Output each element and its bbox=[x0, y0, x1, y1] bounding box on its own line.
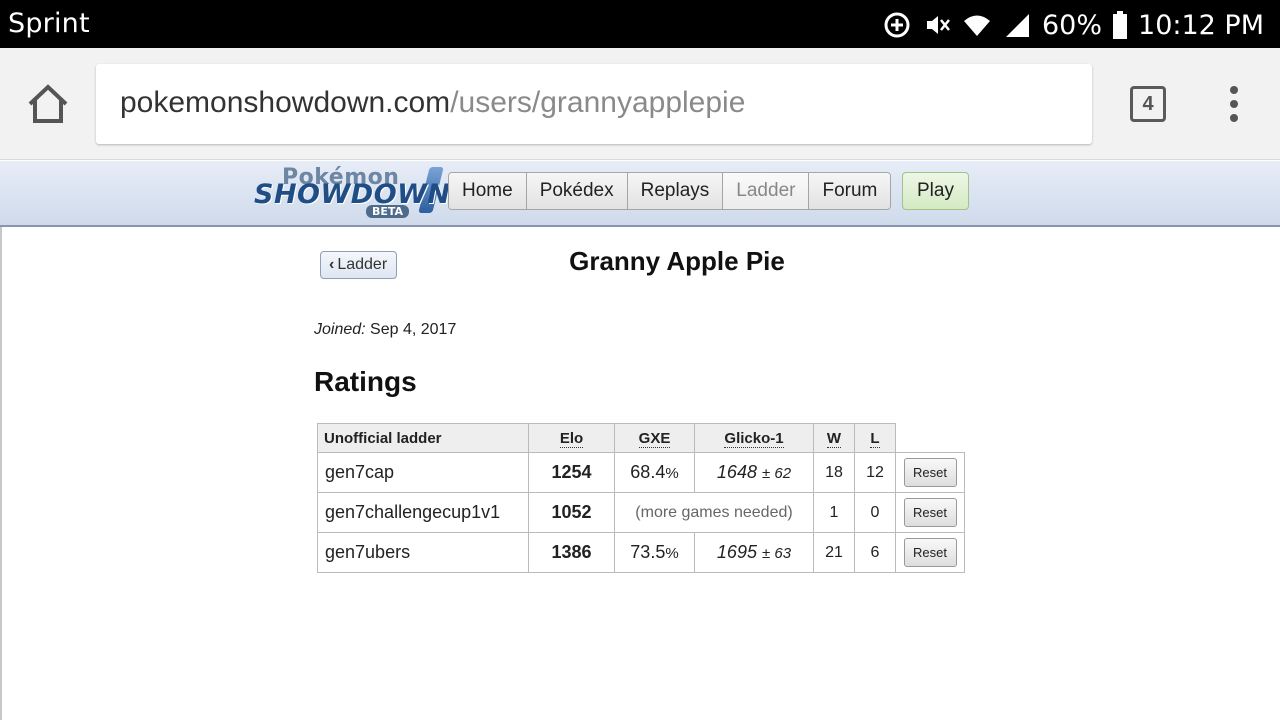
col-header-format: Unofficial ladder bbox=[317, 423, 529, 453]
home-icon[interactable] bbox=[26, 84, 70, 124]
joined-value: Sep 4, 2017 bbox=[370, 321, 457, 338]
page-title: Granny Apple Pie bbox=[569, 246, 785, 276]
table-header-row: Unofficial ladder Elo GXE Glicko-1 W L bbox=[317, 423, 965, 453]
tab-switcher-button[interactable]: 4 bbox=[1130, 86, 1166, 122]
nav-pokedex[interactable]: Pokédex bbox=[526, 173, 628, 209]
nav-replays[interactable]: Replays bbox=[627, 173, 724, 209]
wins-cell: 1 bbox=[813, 492, 855, 533]
play-button[interactable]: Play bbox=[902, 172, 969, 210]
back-to-ladder-button[interactable]: ‹ Ladder bbox=[320, 251, 397, 279]
back-button-label: Ladder bbox=[337, 256, 388, 273]
pokemon-showdown-logo[interactable]: Pokémon SHOWDOWN BETA bbox=[254, 165, 450, 221]
page-border bbox=[0, 227, 2, 720]
site-header: Pokémon SHOWDOWN BETA Home Pokédex Repla… bbox=[0, 161, 1280, 227]
col-header-blank bbox=[896, 424, 965, 453]
elo-cell: 1254 bbox=[528, 452, 615, 493]
format-cell: gen7challengecup1v1 bbox=[317, 492, 529, 533]
col-header-gxe: GXE bbox=[614, 423, 695, 453]
glicko-cell: 1648 ± 62 bbox=[694, 452, 814, 493]
url-domain: pokemonshowdown.com bbox=[120, 86, 451, 119]
joined-date: Joined: Sep 4, 2017 bbox=[314, 321, 456, 339]
table-row: gen7ubers 1386 73.5% 1695 ± 63 21 6 Rese… bbox=[317, 532, 965, 573]
ratings-table: Unofficial ladder Elo GXE Glicko-1 W L g… bbox=[317, 423, 965, 573]
wifi-icon bbox=[964, 15, 990, 36]
col-header-glicko: Glicko-1 bbox=[694, 423, 814, 453]
reset-button[interactable]: Reset bbox=[903, 498, 957, 527]
battery-icon bbox=[1113, 11, 1128, 39]
nav-home[interactable]: Home bbox=[449, 173, 527, 209]
chevron-left-icon: ‹ bbox=[329, 256, 335, 273]
losses-cell: 0 bbox=[854, 492, 896, 533]
battery-percent: 60% bbox=[1042, 9, 1103, 41]
reset-cell: Reset bbox=[895, 532, 965, 573]
gxe-cell: 68.4% bbox=[614, 452, 695, 493]
signal-icon bbox=[1006, 14, 1029, 37]
ratings-heading: Ratings bbox=[314, 366, 417, 397]
table-row: gen7challengecup1v1 1052 (more games nee… bbox=[317, 492, 965, 533]
main-nav: Home Pokédex Replays Ladder Forum bbox=[448, 172, 892, 210]
url-path: /users/grannyapplepie bbox=[450, 86, 746, 119]
status-bar: Sprint 60% 10:12 PM bbox=[0, 0, 1280, 48]
gxe-cell: 73.5% bbox=[614, 532, 695, 573]
col-header-losses: L bbox=[854, 423, 896, 453]
losses-cell: 6 bbox=[854, 532, 896, 573]
reset-button[interactable]: Reset bbox=[903, 458, 957, 487]
url-text: pokemonshowdown.com/users/grannyapplepie bbox=[120, 86, 745, 120]
reset-button[interactable]: Reset bbox=[903, 538, 957, 567]
overflow-menu-icon[interactable] bbox=[1222, 86, 1246, 122]
col-header-elo: Elo bbox=[528, 423, 615, 453]
col-header-wins: W bbox=[813, 423, 855, 453]
reset-cell: Reset bbox=[895, 452, 965, 493]
format-cell: gen7cap bbox=[317, 452, 529, 493]
carrier-name: Sprint bbox=[8, 8, 90, 39]
mute-icon bbox=[927, 16, 950, 34]
elo-cell: 1052 bbox=[528, 492, 615, 533]
wins-cell: 18 bbox=[813, 452, 855, 493]
clock: 10:12 PM bbox=[1138, 9, 1264, 41]
table-row: gen7cap 1254 68.4% 1648 ± 62 18 12 Reset bbox=[317, 452, 965, 493]
nav-forum[interactable]: Forum bbox=[809, 173, 891, 209]
nav-ladder[interactable]: Ladder bbox=[723, 173, 810, 209]
format-cell: gen7ubers bbox=[317, 532, 529, 573]
address-bar[interactable]: pokemonshowdown.com/users/grannyapplepie bbox=[96, 64, 1092, 144]
glicko-cell: 1695 ± 63 bbox=[694, 532, 814, 573]
status-icons: 60% 10:12 PM bbox=[882, 8, 1264, 42]
data-saver-icon bbox=[884, 12, 910, 38]
browser-toolbar: pokemonshowdown.com/users/grannyapplepie… bbox=[0, 48, 1280, 160]
more-games-needed-note: (more games needed) bbox=[614, 492, 814, 533]
wins-cell: 21 bbox=[813, 532, 855, 573]
losses-cell: 12 bbox=[854, 452, 896, 493]
elo-cell: 1386 bbox=[528, 532, 615, 573]
joined-label: Joined: bbox=[314, 321, 366, 338]
reset-cell: Reset bbox=[895, 492, 965, 533]
